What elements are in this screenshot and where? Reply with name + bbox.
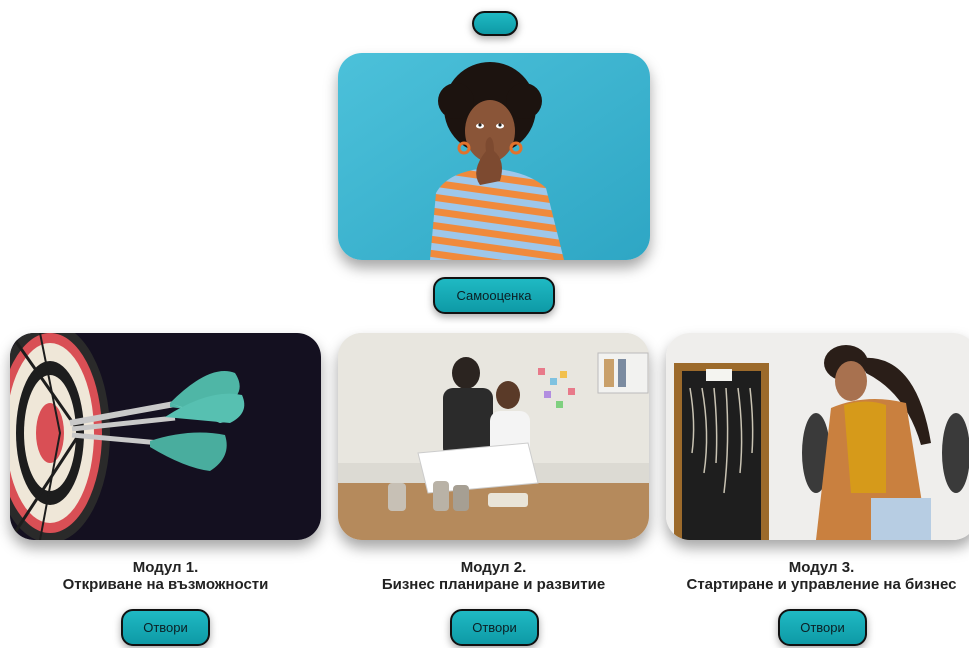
module-3-number: Модул 3. xyxy=(788,559,855,576)
jewelry-shop-image xyxy=(666,333,969,540)
module-2-title: Модул 2. Бизнес планиране и развитие xyxy=(338,559,649,593)
self-assessment-button[interactable]: Самооценка xyxy=(433,277,555,314)
module-2-image xyxy=(338,333,649,540)
module-1-open-label: Отвори xyxy=(143,620,188,635)
module-2-number: Модул 2. xyxy=(460,559,527,576)
module-1-open-button[interactable]: Отвори xyxy=(121,609,210,646)
top-button[interactable] xyxy=(472,11,518,36)
module-3-name: Стартиране и управление на бизнес xyxy=(686,576,957,593)
module-2-open-label: Отвори xyxy=(472,620,517,635)
module-3-title: Модул 3. Стартиране и управление на бизн… xyxy=(666,559,969,593)
woman-thinking-image xyxy=(338,53,650,260)
module-1-image xyxy=(10,333,321,540)
module-3-open-label: Отвори xyxy=(800,620,845,635)
self-assessment-label: Самооценка xyxy=(456,288,532,303)
module-2-name: Бизнес планиране и развитие xyxy=(381,576,606,593)
module-2-open-button[interactable]: Отвори xyxy=(450,609,539,646)
module-1-number: Модул 1. xyxy=(132,559,199,576)
module-1-title: Модул 1. Откриване на възможности xyxy=(10,559,321,593)
module-1-name: Откриване на възможности xyxy=(62,576,269,593)
planning-meeting-image xyxy=(338,333,649,540)
module-3-image xyxy=(666,333,969,540)
darts-target-image xyxy=(10,333,321,540)
module-3-open-button[interactable]: Отвори xyxy=(778,609,867,646)
hero-image xyxy=(338,53,650,260)
